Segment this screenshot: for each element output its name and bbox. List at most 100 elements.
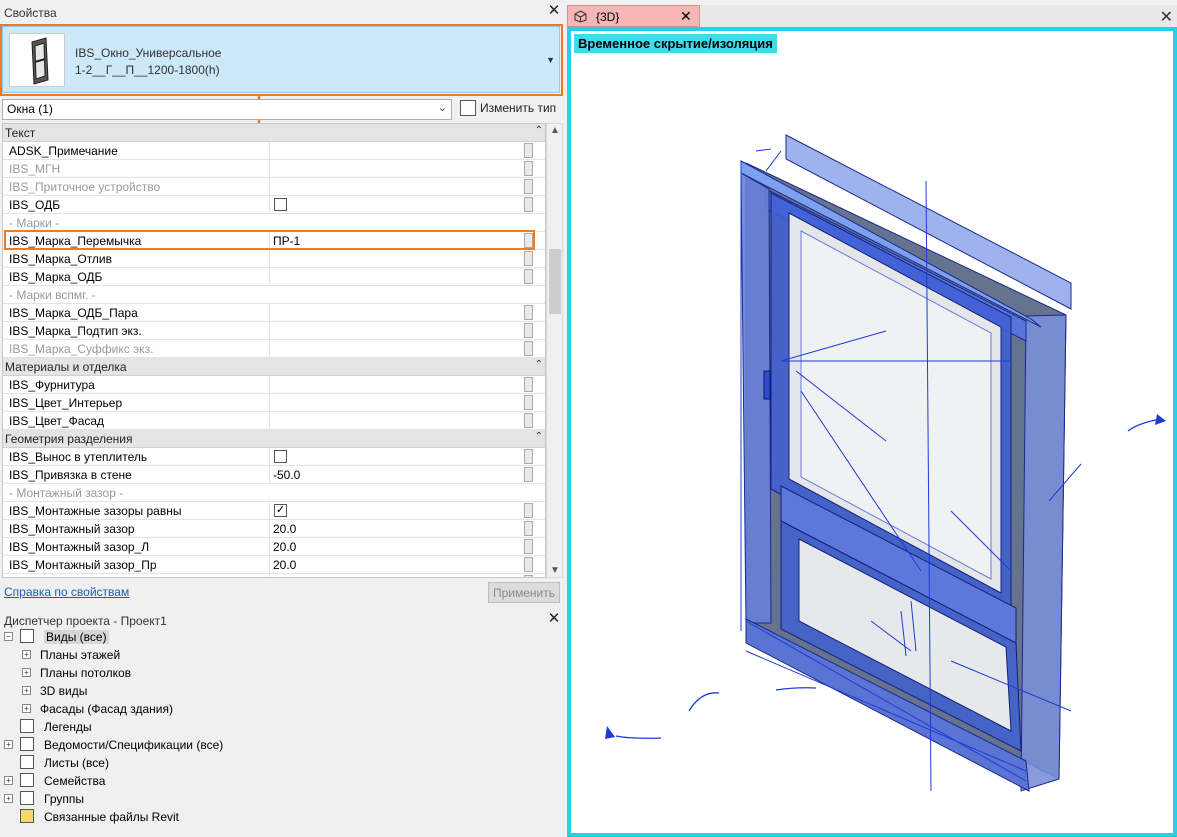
project-browser-title: Диспетчер проекта - Проект1 bbox=[4, 614, 167, 628]
associate-parameter-button[interactable] bbox=[524, 575, 533, 577]
property-row[interactable]: IBS_Марка_ОДБ bbox=[3, 268, 545, 286]
browser-node-label: Виды (все) bbox=[44, 630, 109, 644]
property-value-text: 20.0 bbox=[273, 558, 297, 572]
property-row[interactable]: IBS_Фурнитура bbox=[3, 376, 545, 394]
property-row[interactable]: IBS_Цвет_Фасад bbox=[3, 412, 545, 430]
expand-icon[interactable]: + bbox=[22, 686, 31, 695]
close-icon[interactable]: ✕ bbox=[680, 8, 692, 25]
apply-button[interactable]: Применить bbox=[488, 582, 560, 603]
properties-help-link[interactable]: Справка по свойствам bbox=[4, 585, 129, 599]
property-value[interactable] bbox=[269, 160, 535, 178]
associate-parameter-button[interactable] bbox=[524, 395, 533, 410]
expand-icon[interactable]: + bbox=[22, 650, 31, 659]
associate-parameter-button[interactable] bbox=[524, 413, 533, 428]
property-row[interactable]: IBS_Монтажный зазор_В 20.0 bbox=[3, 574, 545, 577]
property-row[interactable]: IBS_Марка_Отлив bbox=[3, 250, 545, 268]
property-value[interactable]: 20.0 bbox=[269, 520, 535, 538]
property-name: Текст bbox=[5, 126, 36, 140]
associate-parameter-button[interactable] bbox=[524, 539, 533, 554]
properties-grid: Текст ⌃ ADSK_Примечание IBS_МГН IBS_Приточно… bbox=[2, 123, 546, 578]
property-value[interactable]: -50.0 bbox=[269, 466, 535, 484]
collapse-icon[interactable]: ⌃ bbox=[535, 125, 543, 136]
property-value[interactable] bbox=[269, 250, 535, 268]
associate-parameter-button[interactable] bbox=[524, 449, 533, 464]
expand-icon[interactable]: + bbox=[4, 776, 13, 785]
properties-scrollbar[interactable]: ▲ ▼ bbox=[546, 123, 563, 578]
scroll-down-icon[interactable]: ▼ bbox=[550, 565, 560, 576]
associate-parameter-button[interactable] bbox=[524, 269, 533, 284]
associate-parameter-button[interactable] bbox=[524, 503, 533, 518]
property-value[interactable] bbox=[269, 304, 535, 322]
associate-parameter-button[interactable] bbox=[524, 233, 533, 248]
associate-parameter-button[interactable] bbox=[524, 251, 533, 266]
property-row[interactable]: IBS_Монтажный зазор_Пр 20.0 bbox=[3, 556, 545, 574]
property-value-text: -50.0 bbox=[273, 468, 301, 482]
property-row[interactable]: IBS_Марка_Перемычка ПР-1 bbox=[3, 232, 545, 250]
associate-parameter-button[interactable] bbox=[524, 305, 533, 320]
chevron-down-icon: ⌄ bbox=[437, 102, 447, 114]
associate-parameter-button[interactable] bbox=[524, 161, 533, 176]
property-value[interactable] bbox=[269, 196, 535, 214]
collapse-icon[interactable]: ⌃ bbox=[535, 431, 543, 442]
property-row[interactable]: IBS_Приточное устройство bbox=[3, 178, 545, 196]
property-row[interactable]: IBS_ОДБ bbox=[3, 196, 545, 214]
property-value[interactable] bbox=[269, 142, 535, 160]
scroll-thumb[interactable] bbox=[549, 249, 561, 314]
property-name: IBS_Марка_Подтип экз. bbox=[9, 324, 142, 338]
expand-icon[interactable]: + bbox=[22, 668, 31, 677]
property-value[interactable] bbox=[269, 340, 535, 358]
property-row[interactable]: IBS_Привязка в стене -50.0 bbox=[3, 466, 545, 484]
expand-icon[interactable]: + bbox=[22, 704, 31, 713]
associate-parameter-button[interactable] bbox=[524, 197, 533, 212]
close-icon[interactable]: ✕ bbox=[547, 611, 561, 626]
checkbox-checked[interactable]: ✓ bbox=[274, 504, 287, 517]
property-value[interactable] bbox=[269, 322, 535, 340]
revit-window: Свойства ✕ IBS_Окно_Универсальное 1-2__Г… bbox=[0, 0, 1177, 837]
associate-parameter-button[interactable] bbox=[524, 557, 533, 572]
property-row[interactable]: IBS_Монтажные зазоры равны ✓ bbox=[3, 502, 545, 520]
expand-icon[interactable]: + bbox=[4, 794, 13, 803]
expand-icon[interactable]: + bbox=[4, 740, 13, 749]
scroll-up-icon[interactable]: ▲ bbox=[550, 125, 560, 136]
property-value[interactable]: 20.0 bbox=[269, 556, 535, 574]
property-value[interactable] bbox=[269, 178, 535, 196]
property-row[interactable]: IBS_Монтажный зазор 20.0 bbox=[3, 520, 545, 538]
associate-parameter-button[interactable] bbox=[524, 341, 533, 356]
associate-parameter-button[interactable] bbox=[524, 377, 533, 392]
associate-parameter-button[interactable] bbox=[524, 143, 533, 158]
property-row[interactable]: IBS_Вынос в утеплитель bbox=[3, 448, 545, 466]
property-row[interactable]: IBS_Марка_ОДБ_Пара bbox=[3, 304, 545, 322]
property-row[interactable]: IBS_Монтажный зазор_Л 20.0 bbox=[3, 538, 545, 556]
property-row[interactable]: IBS_Цвет_Интерьер bbox=[3, 394, 545, 412]
checkbox-unchecked[interactable] bbox=[274, 198, 287, 211]
property-value-text: 20.0 bbox=[273, 540, 297, 554]
associate-parameter-button[interactable] bbox=[524, 521, 533, 536]
property-value[interactable]: ✓ bbox=[269, 502, 535, 520]
edit-type-button[interactable]: Изменить тип bbox=[458, 98, 560, 120]
close-window-icon[interactable]: ✕ bbox=[1160, 7, 1173, 27]
associate-parameter-button[interactable] bbox=[524, 323, 533, 338]
instance-filter-select[interactable]: Окна (1) ⌄ bbox=[2, 99, 452, 120]
property-value[interactable]: 20.0 bbox=[269, 538, 535, 556]
property-value[interactable]: 20.0 bbox=[269, 574, 535, 577]
collapse-icon[interactable]: ⌃ bbox=[535, 359, 543, 370]
collapse-icon[interactable]: − bbox=[4, 632, 13, 641]
tab-3d-view[interactable]: {3D} ✕ bbox=[567, 5, 700, 27]
property-value[interactable] bbox=[269, 376, 535, 394]
property-row[interactable]: IBS_Марка_Подтип экз. bbox=[3, 322, 545, 340]
associate-parameter-button[interactable] bbox=[524, 467, 533, 482]
property-value[interactable] bbox=[269, 412, 535, 430]
property-value-text: ПР-1 bbox=[273, 234, 301, 248]
property-value[interactable] bbox=[269, 268, 535, 286]
property-value[interactable] bbox=[269, 448, 535, 466]
checkbox-unchecked[interactable] bbox=[274, 450, 287, 463]
property-name: IBS_Цвет_Интерьер bbox=[9, 396, 123, 410]
3d-viewport[interactable]: Временное скрытие/изоляция bbox=[567, 27, 1177, 837]
property-row[interactable]: ADSK_Примечание bbox=[3, 142, 545, 160]
property-value[interactable]: ПР-1 bbox=[269, 232, 535, 250]
property-row[interactable]: IBS_Марка_Суффикс экз. bbox=[3, 340, 545, 358]
property-row[interactable]: IBS_МГН bbox=[3, 160, 545, 178]
browser-node-label: 3D виды bbox=[40, 684, 88, 698]
associate-parameter-button[interactable] bbox=[524, 179, 533, 194]
property-value[interactable] bbox=[269, 394, 535, 412]
